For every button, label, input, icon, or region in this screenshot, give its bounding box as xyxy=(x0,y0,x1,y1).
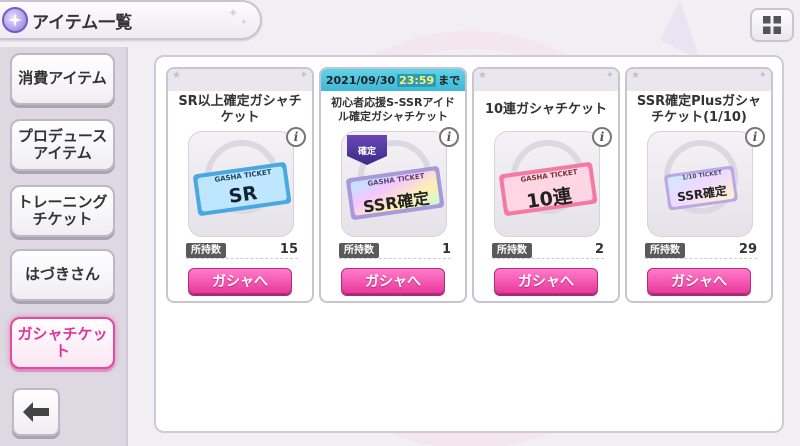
card-title: 初心者応援S-SSRアイドル確定ガシャチケット xyxy=(331,96,455,123)
ticket-card: ★ ✦ 10連ガシャチケット GASHA TICKET 10連 i 所持数 2 … xyxy=(472,67,620,303)
star-icon: ✦ xyxy=(758,70,767,81)
owned-label: 所持数 xyxy=(645,243,685,258)
back-button[interactable] xyxy=(12,388,60,436)
owned-count: 15 xyxy=(279,242,298,257)
card-top-bar: ★ ✦ xyxy=(474,69,618,91)
sidebar-item-hazuki[interactable]: はづきさん xyxy=(10,249,115,301)
info-icon[interactable]: i xyxy=(286,127,306,147)
info-icon[interactable]: i xyxy=(592,127,612,147)
owned-count: 1 xyxy=(441,242,451,257)
card-top-bar: ★ ✦ xyxy=(627,69,771,91)
owned-count: 2 xyxy=(594,242,604,257)
owned-label: 所持数 xyxy=(492,243,532,258)
owned-label: 所持数 xyxy=(186,243,226,258)
ticket-image: GASHA TICKET 10連 xyxy=(494,131,600,237)
deadline-suffix: まで xyxy=(438,74,461,87)
sidebar-item-consumables[interactable]: 消費アイテム xyxy=(10,53,115,105)
go-to-gacha-button[interactable]: ガシャへ xyxy=(647,268,751,294)
owned-row: 所持数 29 xyxy=(645,242,757,259)
page-title: アイテム一覧 xyxy=(32,12,133,33)
ticket-card: 2021/09/30 23:59 まで 初心者応援S-SSRアイドル確定ガシャチ… xyxy=(319,67,467,303)
star-icon: ★ xyxy=(172,70,181,81)
item-list-panel: ★ ✦ SR以上確定ガシャチケット GASHA TICKET SR i 所持数 … xyxy=(154,55,784,433)
go-to-gacha-button[interactable]: ガシャへ xyxy=(341,268,445,294)
go-to-gacha-button[interactable]: ガシャへ xyxy=(494,268,598,294)
card-top-bar: ★ ✦ xyxy=(168,69,312,91)
owned-row: 所持数 2 xyxy=(492,242,604,259)
ticket-image: GASHA TICKET SR xyxy=(188,131,294,237)
go-to-gacha-button[interactable]: ガシャへ xyxy=(188,268,292,294)
grid-icon xyxy=(763,16,781,34)
sparkle-icon: ✦ xyxy=(240,18,248,28)
deadline-date: 2021/09/30 xyxy=(325,73,396,87)
ticket-card: ★ ✦ SR以上確定ガシャチケット GASHA TICKET SR i 所持数 … xyxy=(166,67,314,303)
card-title: SSR確定Plusガシャチケット(1/10) xyxy=(636,93,762,125)
sparkle-icon: ✦ xyxy=(228,6,239,20)
arrow-left-icon xyxy=(23,402,49,422)
deadline-time: 23:59 xyxy=(397,73,437,87)
owned-label: 所持数 xyxy=(339,243,379,258)
star-icon: ★ xyxy=(631,70,640,81)
sidebar-item-training-tickets[interactable]: トレーニング チケット xyxy=(10,185,115,237)
owned-row: 所持数 15 xyxy=(186,242,298,259)
owned-row: 所持数 1 xyxy=(339,242,451,259)
star-icon: ★ xyxy=(478,70,487,81)
badge-text: 確定 xyxy=(357,146,376,157)
sidebar: 消費アイテム プロデュース アイテム トレーニング チケット はづきさん ガシャ… xyxy=(0,47,128,446)
sidebar-item-label: プロデュース アイテム xyxy=(17,126,108,162)
ticket-image: 1/10 TICKET SSR確定 xyxy=(647,131,753,237)
sidebar-item-label: 消費アイテム xyxy=(18,69,107,88)
sidebar-item-label: はづきさん xyxy=(24,265,100,284)
info-icon[interactable]: i xyxy=(745,127,765,147)
deadline-bar: 2021/09/30 23:59 まで xyxy=(321,69,465,91)
sparkle-orb-icon xyxy=(2,7,28,33)
card-title: 10連ガシャチケット xyxy=(484,101,608,117)
sidebar-item-produce-items[interactable]: プロデュース アイテム xyxy=(10,119,115,171)
ticket-card: ★ ✦ SSR確定Plusガシャチケット(1/10) 1/10 TICKET S… xyxy=(625,67,773,303)
sidebar-item-label: トレーニング チケット xyxy=(17,192,108,228)
sidebar-item-label: ガシャチケット xyxy=(17,324,108,360)
owned-count: 29 xyxy=(738,242,757,257)
star-icon: ✦ xyxy=(605,70,614,81)
star-icon: ✦ xyxy=(299,70,308,81)
info-icon[interactable]: i xyxy=(439,127,459,147)
card-title: SR以上確定ガシャチケット xyxy=(178,93,302,125)
grid-view-button[interactable] xyxy=(750,8,794,42)
sidebar-item-gacha-tickets[interactable]: ガシャチケット xyxy=(10,317,115,369)
page-header: アイテム一覧 ✦ ✦ xyxy=(0,0,262,40)
